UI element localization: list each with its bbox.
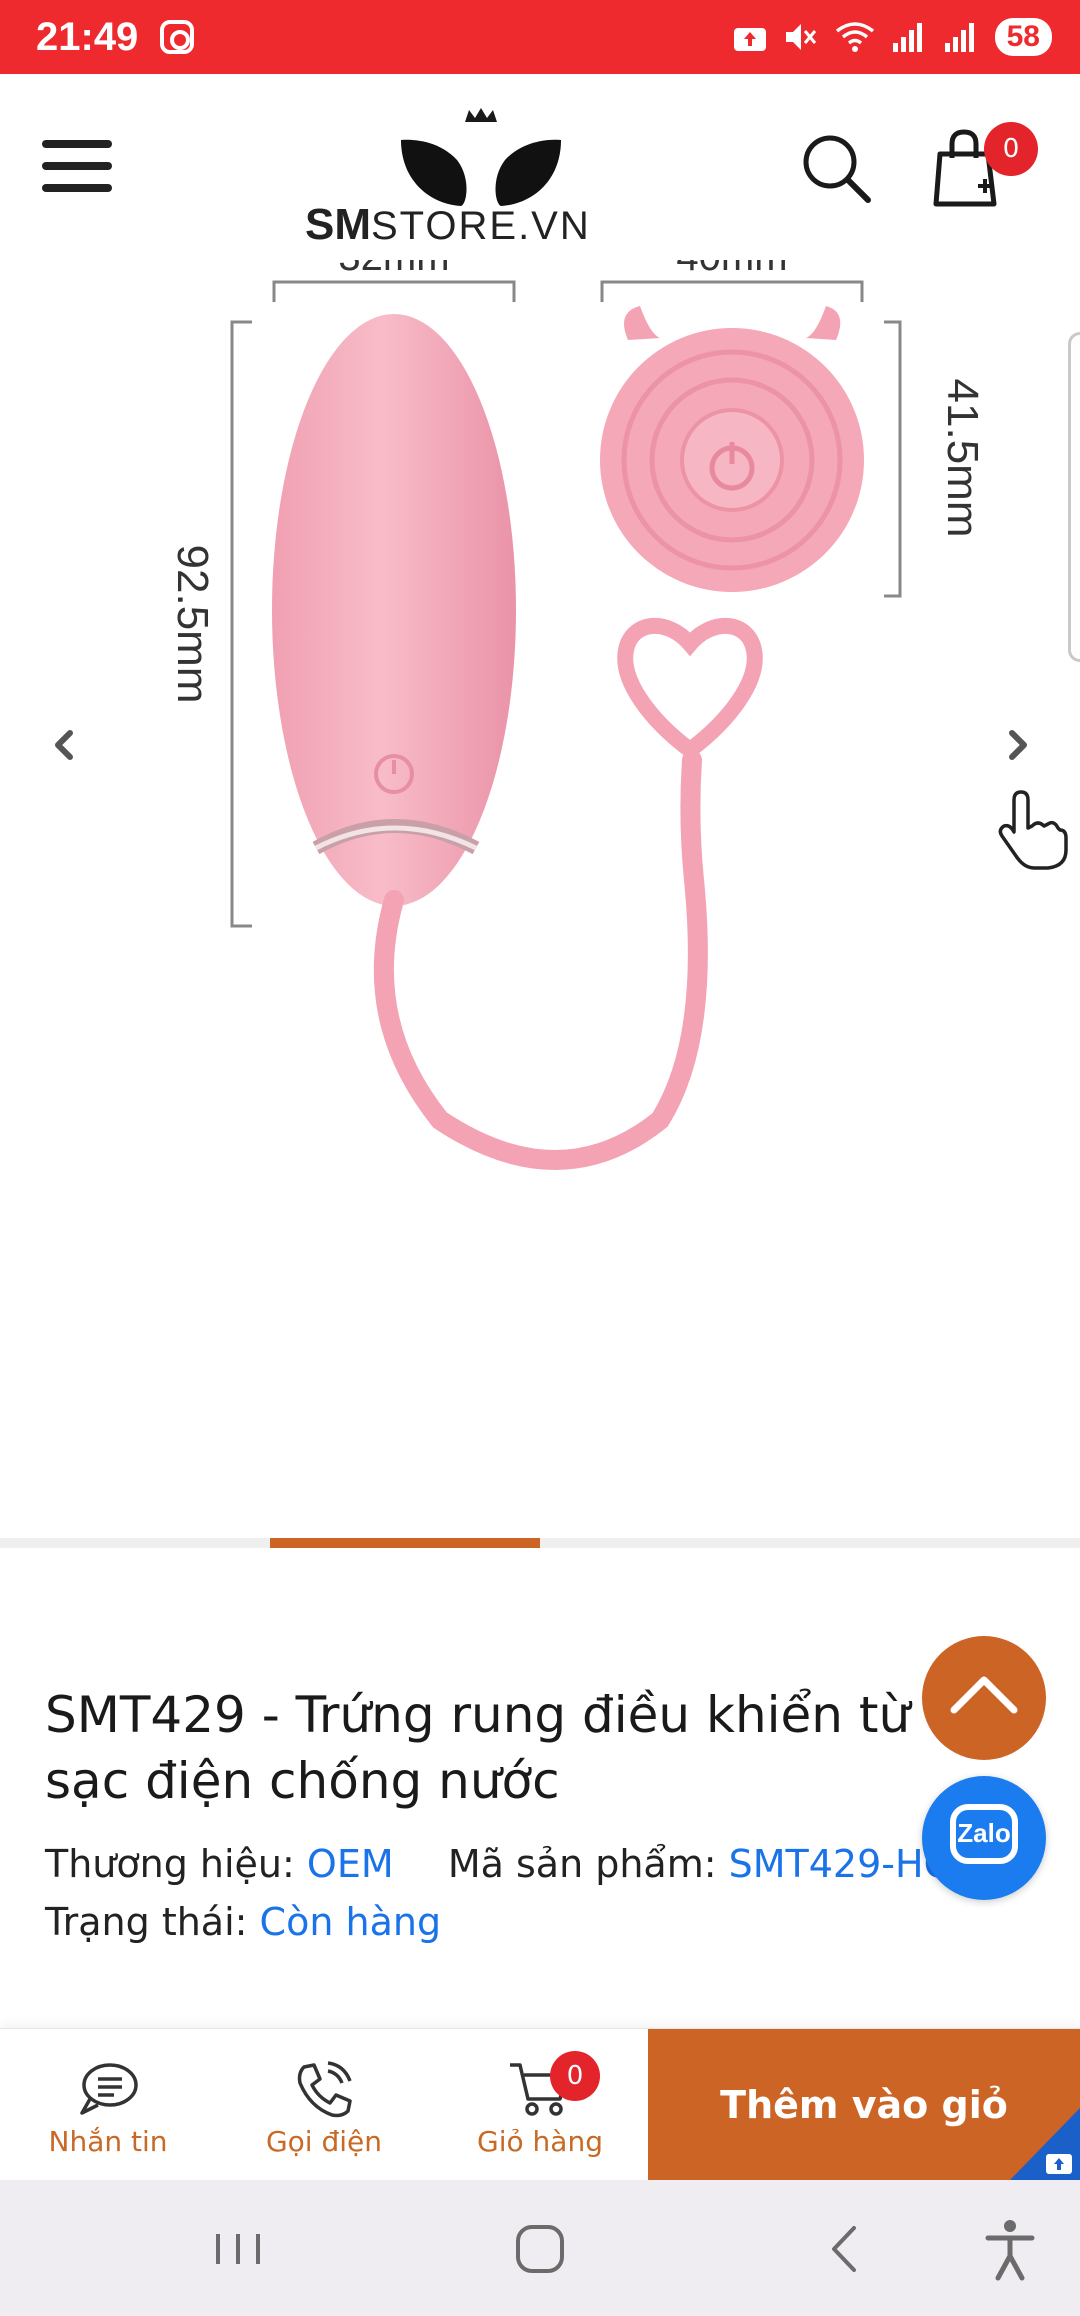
sku-value: SMT429-HO [728, 1842, 954, 1886]
cart-label: Giỏ hàng [477, 2125, 603, 2158]
gallery-progress-track [0, 1538, 1080, 1548]
menu-icon[interactable] [42, 140, 112, 196]
next-thumbnail-edge[interactable] [1068, 332, 1080, 662]
sku-label: Mã sản phẩm: [447, 1842, 717, 1886]
status-time: 21:49 [36, 14, 139, 59]
logo-text: SMSTORE.VN [305, 200, 591, 249]
wifi-icon [835, 22, 874, 52]
gallery-progress-indicator [270, 1538, 540, 1548]
dimension-remote-height: 41.5mm [938, 379, 987, 538]
product-meta-row: Thương hiệu: OEM Mã sản phẩm: SMT429-HO [45, 1842, 954, 1886]
cart-count-badge: 0 [984, 122, 1038, 176]
chevron-right-icon[interactable] [988, 715, 1048, 775]
accessibility-icon[interactable] [970, 2214, 1050, 2284]
call-label: Gọi điện [265, 2125, 383, 2158]
product-gallery[interactable]: 32mm 40mm 92.5mm 41.5mm [0, 260, 1080, 1540]
scroll-up-button[interactable] [922, 1636, 1046, 1760]
product-status-row: Trạng thái: Còn hàng [45, 1900, 441, 1944]
product-title: SMT429 - Trứng rung điều khiển từ sạc đi… [45, 1686, 911, 1810]
chat-icon [80, 2063, 138, 2115]
recent-apps-icon[interactable] [198, 2214, 278, 2284]
call-button[interactable]: Gọi điện [216, 2029, 432, 2181]
scroll-up-icon [950, 1676, 1018, 1714]
hand-pointer-icon [998, 790, 1068, 870]
bottom-action-bar: Nhắn tin Gọi điện 0 Giỏ hàng Thêm vào gi… [0, 2028, 1080, 2181]
brand-link[interactable]: OEM [307, 1842, 394, 1886]
status-icons: 58 [733, 18, 1052, 56]
chevron-left-icon[interactable] [34, 715, 94, 775]
mute-icon [785, 24, 816, 50]
product-image: 32mm 40mm 92.5mm 41.5mm [168, 260, 987, 1170]
dimension-left-width: 32mm [338, 260, 449, 279]
message-button[interactable]: Nhắn tin [0, 2029, 216, 2181]
phone-icon [297, 2061, 352, 2118]
cart-count-badge: 0 [550, 2051, 600, 2101]
upload-corner-icon [1010, 2108, 1080, 2180]
brand-label: Thương hiệu: [45, 1842, 295, 1886]
back-icon[interactable] [804, 2214, 884, 2284]
upload-icon [733, 28, 766, 51]
zalo-chat-button[interactable]: Zalo [922, 1776, 1046, 1900]
battery-icon: 58 [994, 18, 1052, 56]
status-bar: 21:49 58 [0, 0, 1080, 74]
search-icon[interactable] [800, 132, 872, 204]
zalo-label: Zalo [957, 1818, 1011, 1848]
signal-icon [944, 23, 974, 52]
system-nav-bar [0, 2180, 1080, 2316]
status-value: Còn hàng [259, 1900, 442, 1944]
site-header: SMSTORE.VN 0 [0, 74, 1080, 260]
status-label: Trạng thái: [45, 1900, 248, 1944]
instagram-icon [160, 20, 195, 54]
message-label: Nhắn tin [48, 2125, 168, 2158]
dimension-right-width: 40mm [676, 260, 787, 279]
home-icon[interactable] [500, 2214, 580, 2284]
view-cart-button[interactable]: 0 Giỏ hàng [432, 2029, 648, 2181]
signal-icon [892, 23, 922, 52]
dimension-egg-height: 92.5mm [168, 545, 217, 704]
